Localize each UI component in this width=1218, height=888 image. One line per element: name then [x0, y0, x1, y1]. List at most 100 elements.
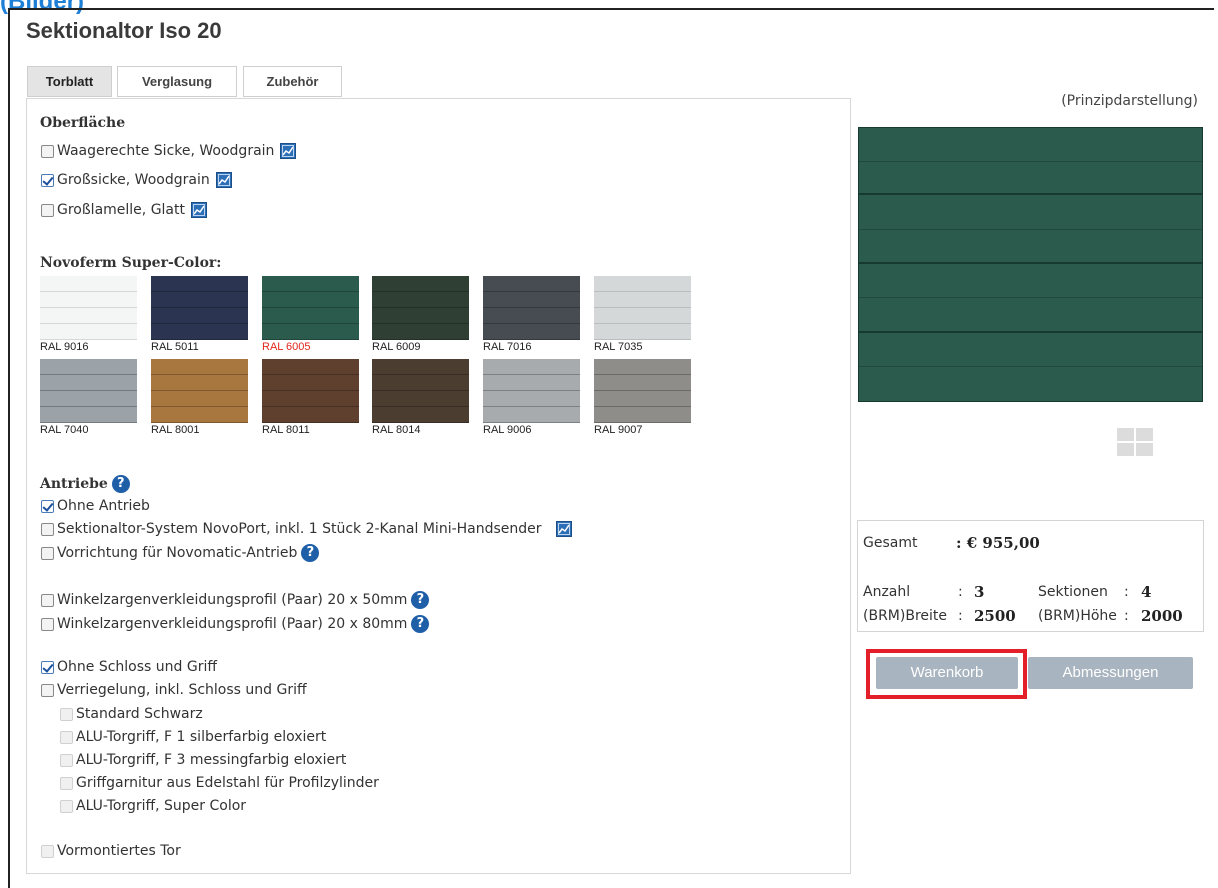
- checkbox[interactable]: [41, 522, 54, 536]
- swatch-label: RAL 8014: [372, 424, 421, 436]
- door-groove: [859, 297, 1202, 298]
- preview-caption: (Prinzipdarstellung): [1061, 93, 1198, 109]
- option-griff-supercolor[interactable]: ALU-Torgriff, Super Color: [60, 798, 246, 814]
- option-label: ALU-Torgriff, Super Color: [76, 798, 247, 814]
- door-section-line: [859, 331, 1202, 333]
- color-swatch-ral-7040[interactable]: [40, 359, 137, 423]
- checkbox-checked[interactable]: [41, 499, 54, 513]
- swatch-label: RAL 9016: [40, 341, 89, 353]
- option-zarge-50[interactable]: Winkelzargenverkleidungsprofil (Paar) 20…: [41, 591, 430, 609]
- option-grosssicke[interactable]: Großsicke, Woodgrain: [41, 172, 232, 188]
- option-label: Ohne Schloss und Griff: [57, 659, 218, 675]
- checkbox-disabled[interactable]: [60, 753, 73, 767]
- checkbox-checked[interactable]: [41, 173, 54, 187]
- option-label: ALU-Torgriff, F 3 messingfarbig eloxiert: [76, 752, 347, 768]
- swatch-label: RAL 5011: [151, 341, 199, 353]
- swatch-stripes: [372, 276, 469, 340]
- option-label: ALU-Torgriff, F 1 silberfarbig eloxiert: [76, 729, 327, 745]
- help-icon[interactable]: ?: [301, 544, 320, 562]
- color-swatch-ral-7035[interactable]: [594, 276, 691, 340]
- swatch-stripes: [594, 359, 691, 423]
- option-ohne-antrieb[interactable]: Ohne Antrieb: [41, 498, 150, 514]
- color-swatch-ral-7016[interactable]: [483, 276, 580, 340]
- option-ohne-schloss[interactable]: Ohne Schloss und Griff: [41, 659, 217, 675]
- option-verriegelung[interactable]: Verriegelung, inkl. Schloss und Griff: [41, 682, 307, 698]
- image-preview-icon[interactable]: [555, 521, 572, 537]
- image-preview-icon[interactable]: [215, 172, 232, 188]
- swatch-stripes: [151, 276, 248, 340]
- option-waagerechte-sicke[interactable]: Waagerechte Sicke, Woodgrain: [41, 143, 297, 159]
- swatch-label: RAL 8011: [262, 424, 310, 436]
- colon: :: [1124, 584, 1129, 600]
- checkbox-disabled[interactable]: [60, 707, 73, 721]
- swatch-label: RAL 9006: [483, 424, 532, 436]
- option-griff-f3[interactable]: ALU-Torgriff, F 3 messingfarbig eloxiert: [60, 752, 346, 768]
- sektionen-label: Sektionen: [1038, 584, 1108, 600]
- color-swatch-ral-8001[interactable]: [151, 359, 248, 423]
- option-griff-standard[interactable]: Standard Schwarz: [60, 706, 203, 722]
- option-label: Vormontiertes Tor: [57, 843, 181, 859]
- option-label: Großsicke, Woodgrain: [57, 172, 210, 188]
- help-icon[interactable]: ?: [411, 615, 430, 633]
- option-label: Ohne Antrieb: [57, 498, 150, 514]
- swatch-stripes: [40, 276, 137, 340]
- antriebe-heading: Antriebe: [40, 476, 108, 492]
- swatch-label: RAL 6009: [372, 341, 421, 353]
- option-novomatic[interactable]: Vorrichtung für Novomatic-Antrieb ?: [41, 544, 320, 562]
- checkbox-checked[interactable]: [41, 660, 54, 674]
- checkbox-disabled[interactable]: [60, 730, 73, 744]
- abmessungen-button[interactable]: Abmessungen: [1028, 657, 1193, 689]
- checkbox[interactable]: [41, 203, 54, 217]
- checkbox[interactable]: [41, 683, 54, 697]
- checkbox[interactable]: [41, 144, 54, 158]
- checkbox[interactable]: [41, 617, 54, 631]
- option-grosslamelle[interactable]: Großlamelle, Glatt: [41, 202, 207, 218]
- colon: :: [958, 584, 963, 600]
- option-griff-f1[interactable]: ALU-Torgriff, F 1 silberfarbig eloxiert: [60, 729, 326, 745]
- color-swatch-ral-9006[interactable]: [483, 359, 580, 423]
- option-griff-edelstahl[interactable]: Griffgarnitur aus Edelstahl für Profilzy…: [60, 775, 379, 791]
- option-label: Sektionaltor-System NovoPort, inkl. 1 St…: [57, 521, 542, 537]
- image-preview-icon[interactable]: [280, 143, 297, 159]
- option-label: Winkelzargenverkleidungsprofil (Paar) 20…: [57, 592, 408, 608]
- tab-verglasung[interactable]: Verglasung: [117, 66, 237, 97]
- hoehe-label: (BRM)Höhe: [1038, 608, 1117, 624]
- color-swatch-ral-9007[interactable]: [594, 359, 691, 423]
- checkbox[interactable]: [41, 546, 54, 560]
- swatch-label: RAL 8001: [151, 424, 200, 436]
- option-novoport[interactable]: Sektionaltor-System NovoPort, inkl. 1 St…: [41, 521, 572, 537]
- checkbox-disabled[interactable]: [41, 844, 54, 858]
- swatch-stripes: [372, 359, 469, 423]
- option-vormontiert[interactable]: Vormontiertes Tor: [41, 843, 181, 859]
- option-label: Winkelzargenverkleidungsprofil (Paar) 20…: [57, 616, 408, 632]
- view-toggle-grid-icon[interactable]: [1117, 428, 1155, 458]
- option-zarge-80[interactable]: Winkelzargenverkleidungsprofil (Paar) 20…: [41, 615, 430, 633]
- color-swatch-ral-8011[interactable]: [262, 359, 359, 423]
- swatch-stripes: [40, 359, 137, 423]
- help-icon[interactable]: ?: [111, 475, 130, 493]
- checkbox-disabled[interactable]: [60, 799, 73, 813]
- color-swatch-ral-6005[interactable]: [262, 276, 359, 340]
- color-swatch-ral-9016[interactable]: [40, 276, 137, 340]
- color-swatch-ral-6009[interactable]: [372, 276, 469, 340]
- checkbox[interactable]: [41, 593, 54, 607]
- checkbox-disabled[interactable]: [60, 776, 73, 790]
- tab-zubehoer[interactable]: Zubehör: [243, 66, 342, 97]
- image-preview-icon[interactable]: [191, 202, 207, 218]
- color-heading: Novoferm Super-Color:: [40, 255, 222, 271]
- color-swatch-ral-5011[interactable]: [151, 276, 248, 340]
- sektionen-value: 4: [1141, 583, 1152, 601]
- option-label: Standard Schwarz: [76, 706, 203, 722]
- swatch-label: RAL 7040: [40, 424, 89, 436]
- antriebe-heading-row: Antriebe ?: [40, 475, 130, 493]
- door-groove: [859, 366, 1202, 367]
- swatch-label: RAL 9007: [594, 424, 643, 436]
- tab-torblatt[interactable]: Torblatt: [27, 66, 112, 97]
- swatch-label: RAL 7016: [483, 341, 532, 353]
- option-label: Großlamelle, Glatt: [57, 202, 185, 218]
- help-icon[interactable]: ?: [411, 591, 430, 609]
- color-swatch-ral-8014[interactable]: [372, 359, 469, 423]
- anzahl-label: Anzahl: [863, 584, 911, 600]
- door-groove: [859, 161, 1202, 162]
- option-label: Griffgarnitur aus Edelstahl für Profilzy…: [76, 775, 379, 791]
